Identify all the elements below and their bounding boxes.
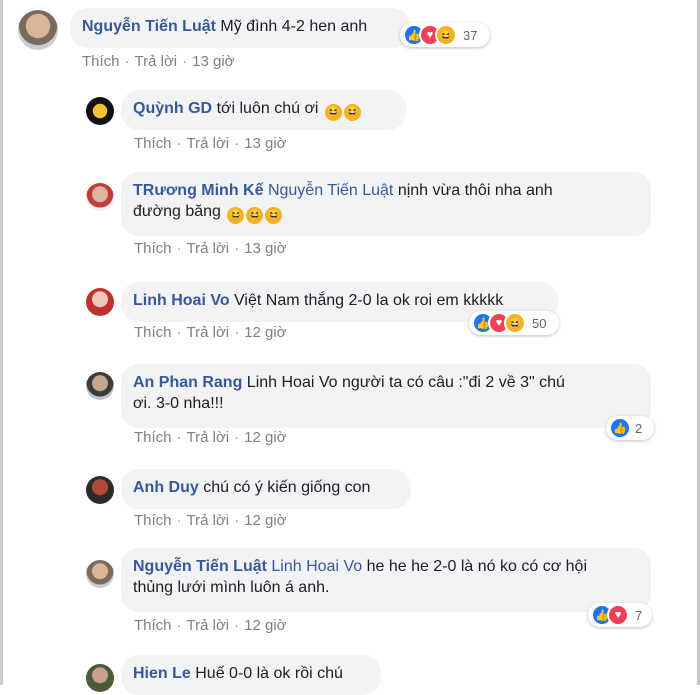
- reaction-count: 2: [635, 420, 643, 436]
- comment-bubble: An Phan Rang Linh Hoai Vo người ta có câ…: [121, 364, 651, 428]
- laughing-emoji-icon: 😆: [324, 104, 342, 121]
- like-reaction-icon: 👍: [609, 417, 631, 439]
- reaction-count: 37: [463, 27, 478, 43]
- comment-time[interactable]: 12 giờ: [244, 617, 286, 634]
- avatar[interactable]: [86, 664, 114, 692]
- reactions-summary[interactable]: 👍 ♥ 😆 37: [400, 23, 490, 47]
- mention-link[interactable]: Nguyễn Tiến Luật: [268, 182, 393, 199]
- like-link[interactable]: Thích: [134, 429, 172, 446]
- comment-text: chú có ý kiến giống con: [203, 479, 371, 496]
- comment-time[interactable]: 13 giờ: [244, 240, 286, 257]
- like-link[interactable]: Thích: [134, 324, 172, 341]
- reply-link[interactable]: Trả lời: [187, 617, 230, 634]
- comment-meta: Thích · Trả lời · 12 giờ: [134, 617, 287, 634]
- comment-author[interactable]: An Phan Rang: [133, 374, 242, 391]
- laughing-emoji-icon: 😆: [227, 207, 245, 224]
- reply-link[interactable]: Trả lời: [187, 135, 230, 152]
- comment-meta: Thích · Trả lời · 12 giờ: [134, 429, 287, 446]
- reactions-summary[interactable]: 👍 ♥ 😆 50: [469, 311, 559, 335]
- comment-time[interactable]: 12 giờ: [244, 324, 286, 341]
- comment-author[interactable]: Linh Hoai Vo: [133, 292, 230, 309]
- comment-time[interactable]: 12 giờ: [244, 512, 286, 529]
- avatar[interactable]: [86, 372, 114, 400]
- reactions-summary[interactable]: 👍 ♥ 7: [588, 603, 652, 627]
- comment-bubble: Nguyễn Tiến Luật Mỹ đình 4-2 hen anh: [70, 8, 410, 48]
- avatar[interactable]: [86, 288, 114, 316]
- avatar[interactable]: [18, 10, 58, 50]
- window-border-left: [0, 0, 3, 685]
- avatar[interactable]: [86, 183, 114, 211]
- comment-text: thủng lưới mình luôn á anh.: [133, 579, 330, 596]
- love-reaction-icon: ♥: [607, 604, 629, 626]
- comment-time[interactable]: 13 giờ: [192, 53, 234, 70]
- reply-link[interactable]: Trả lời: [187, 512, 230, 529]
- comment-bubble: TRương Minh Kế Nguyễn Tiến Luật nịnh vừa…: [121, 172, 651, 236]
- comment-text: đường băng: [133, 203, 221, 220]
- comment-meta: Thích · Trả lời · 12 giờ: [134, 324, 287, 341]
- reply-link[interactable]: Trả lời: [187, 240, 230, 257]
- comment-author[interactable]: TRương Minh Kế: [133, 182, 264, 199]
- mention-link[interactable]: Linh Hoai Vo: [271, 558, 362, 575]
- comment-text: tới luôn chú ơi: [216, 100, 319, 117]
- laughing-emoji-icon: 😆: [246, 207, 264, 224]
- laughing-emoji-icon: 😆: [343, 104, 361, 121]
- comment-bubble: Hien Le Huế 0-0 là ok rồi chú: [121, 655, 381, 695]
- comment-text: nịnh vừa thôi nha anh: [397, 182, 553, 199]
- comment-author[interactable]: Nguyễn Tiến Luật: [133, 558, 267, 575]
- comment-bubble: Nguyễn Tiến Luật Linh Hoai Vo he he he 2…: [121, 548, 651, 612]
- comment-bubble: Anh Duy chú có ý kiến giống con: [121, 469, 411, 509]
- comment-meta: Thích · Trả lời · 13 giờ: [134, 135, 287, 152]
- comment-text: Mỹ đình 4-2 hen anh: [220, 18, 368, 35]
- avatar[interactable]: [86, 97, 114, 125]
- comment-time[interactable]: 13 giờ: [244, 135, 286, 152]
- comment-author[interactable]: Nguyễn Tiến Luật: [82, 18, 216, 35]
- avatar[interactable]: [86, 560, 114, 588]
- comment-text: Việt Nam thắng 2-0 la ok roi em kkkkk: [234, 292, 504, 309]
- comment-author[interactable]: Quỳnh GD: [133, 100, 212, 117]
- reaction-count: 7: [635, 607, 643, 623]
- comment-meta: Thích · Trả lời · 13 giờ: [82, 53, 235, 70]
- haha-reaction-icon: 😆: [504, 312, 526, 334]
- comment-time[interactable]: 12 giờ: [244, 429, 286, 446]
- like-link[interactable]: Thích: [134, 135, 172, 152]
- comment-bubble: Quỳnh GD tới luôn chú ơi 😆 😆: [121, 90, 406, 130]
- comment-author[interactable]: Anh Duy: [133, 479, 199, 496]
- comment-text: he he he 2-0 là nó ko có cơ hội: [366, 558, 587, 575]
- reaction-count: 50: [532, 315, 547, 331]
- reactions-summary[interactable]: 👍 2: [606, 416, 654, 440]
- comment-text: Huế 0-0 là ok rồi chú: [195, 665, 343, 682]
- comment-meta: Thích · Trả lời · 13 giờ: [134, 240, 287, 257]
- reply-link[interactable]: Trả lời: [187, 429, 230, 446]
- like-link[interactable]: Thích: [134, 512, 172, 529]
- like-link[interactable]: Thích: [134, 240, 172, 257]
- comment-text: Linh Hoai Vo người ta có câu :"đi 2 về 3…: [246, 374, 565, 391]
- comment-author[interactable]: Hien Le: [133, 665, 191, 682]
- like-link[interactable]: Thích: [82, 53, 120, 70]
- haha-reaction-icon: 😆: [435, 24, 457, 46]
- laughing-emoji-icon: 😆: [265, 207, 283, 224]
- reply-link[interactable]: Trả lời: [187, 324, 230, 341]
- like-link[interactable]: Thích: [134, 617, 172, 634]
- avatar[interactable]: [86, 476, 114, 504]
- reply-link[interactable]: Trả lời: [135, 53, 178, 70]
- comment-meta: Thích · Trả lời · 12 giờ: [134, 512, 287, 529]
- comment-text: ơi. 3-0 nha!!!: [133, 395, 224, 412]
